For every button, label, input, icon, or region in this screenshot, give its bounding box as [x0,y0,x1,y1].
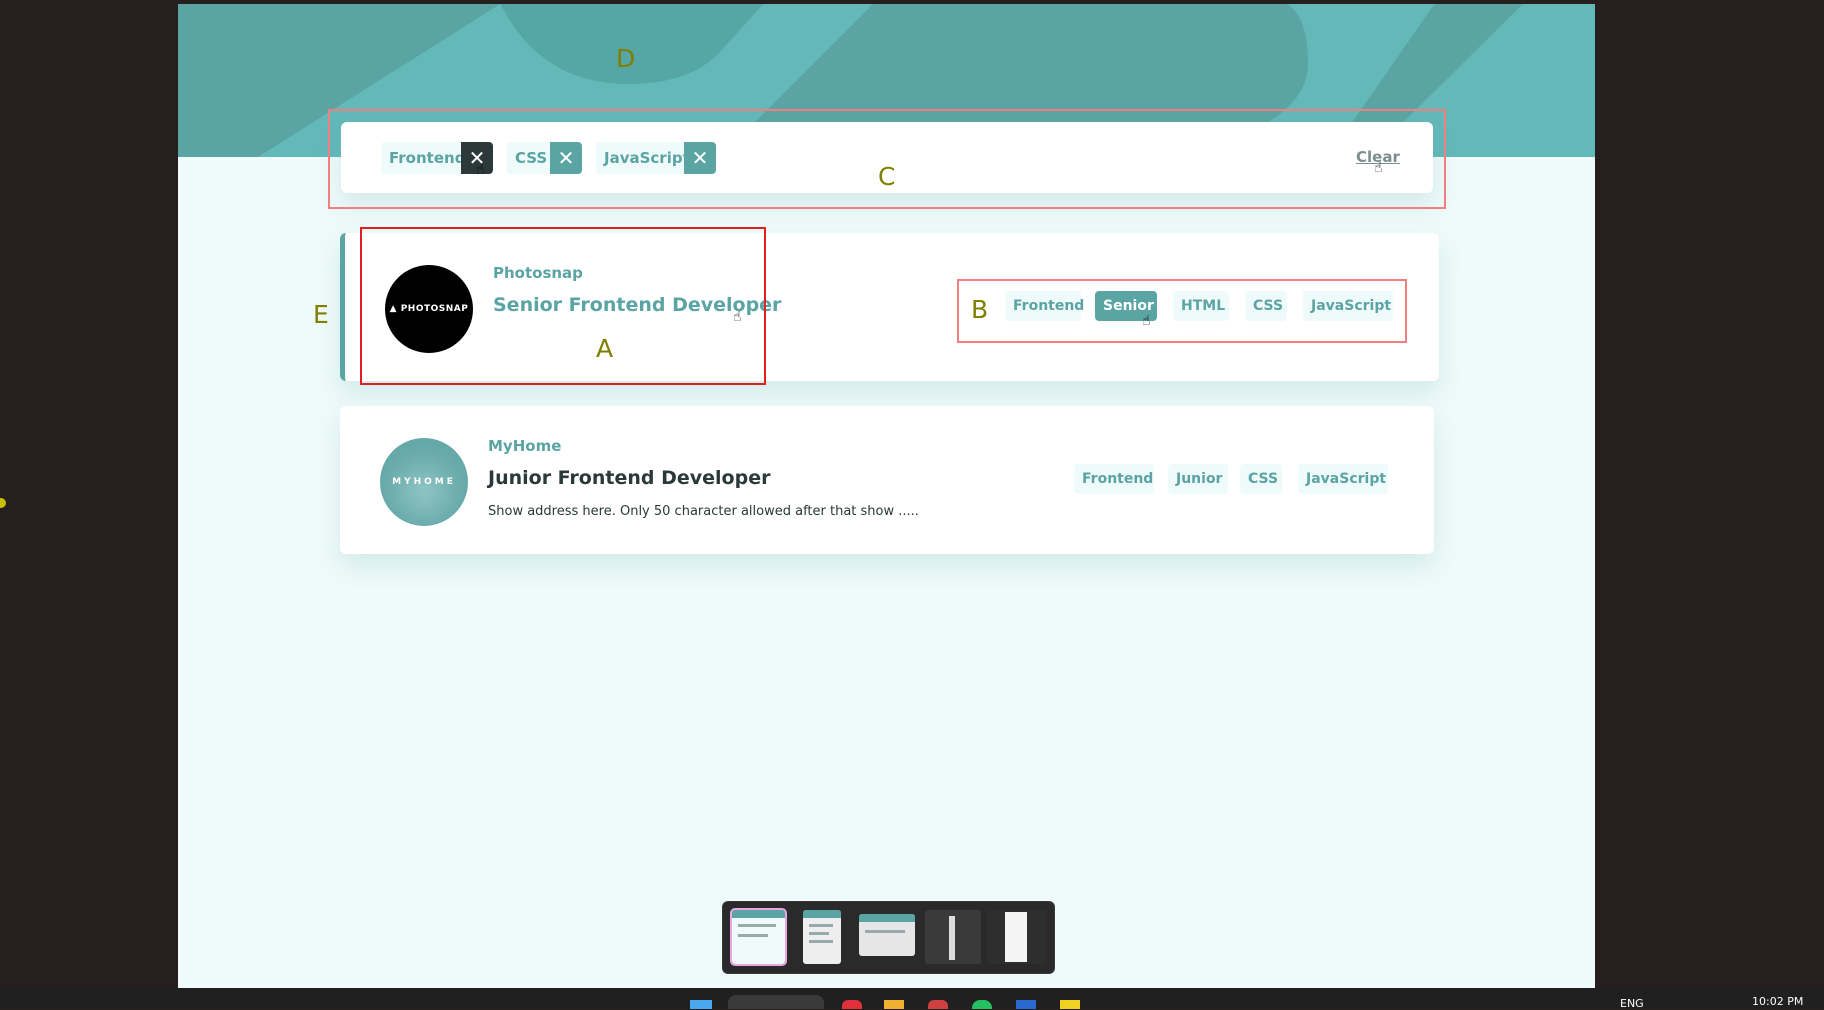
tag-frontend[interactable]: Frontend [1074,464,1154,494]
app-icon[interactable] [1016,1000,1036,1009]
notes-icon[interactable] [1060,1000,1080,1009]
annotation-box-b [957,279,1407,343]
search-box[interactable] [728,995,824,1009]
windows-start-icon[interactable] [690,1000,712,1009]
window-thumbnail[interactable] [803,910,841,964]
app-icon[interactable] [842,1000,862,1009]
language-indicator[interactable]: ENG [1620,997,1644,1010]
annotation-label-b: B [971,295,989,324]
screen-edge-dot [0,498,6,508]
tag-junior[interactable]: Junior [1168,464,1228,494]
clock[interactable]: 10:02 PM [1752,995,1803,1008]
window-thumbnail[interactable] [730,908,787,966]
hand-cursor-icon: ☝ [1142,313,1151,329]
app-icon[interactable] [928,1000,948,1009]
annotation-label-a: A [596,334,614,363]
job-card-myhome: MYHOME MyHome Junior Frontend Developer … [340,406,1434,554]
window-switcher [722,901,1055,974]
position-title[interactable]: Junior Frontend Developer [488,467,770,489]
annotation-label-c: C [878,162,896,191]
tag-javascript[interactable]: JavaScript [1298,464,1388,494]
folder-icon[interactable] [884,1000,904,1009]
annotation-box-a [360,227,766,385]
taskbar [0,988,1824,1009]
company-logo: MYHOME [380,438,468,526]
address-text: Show address here. Only 50 character all… [488,504,919,519]
job-listings-app: Frontend ✕ CSS ✕ JavaScript ✕ Clear ▲ PH… [178,4,1595,988]
hand-cursor-icon: ☝ [1374,160,1383,176]
hand-cursor-icon: ☝ [733,309,742,325]
window-thumbnail[interactable] [925,910,981,964]
hand-cursor-icon: ☝ [476,162,485,178]
logo-text: MYHOME [392,477,456,487]
company-name: MyHome [488,437,562,455]
annotation-label-d: D [616,44,636,73]
whatsapp-icon[interactable] [972,1000,992,1009]
window-thumbnail[interactable] [859,914,915,956]
window-thumbnail[interactable] [987,910,1047,964]
annotation-box-c [328,109,1446,209]
annotation-label-e: E [313,300,329,329]
tag-css[interactable]: CSS [1240,464,1282,494]
